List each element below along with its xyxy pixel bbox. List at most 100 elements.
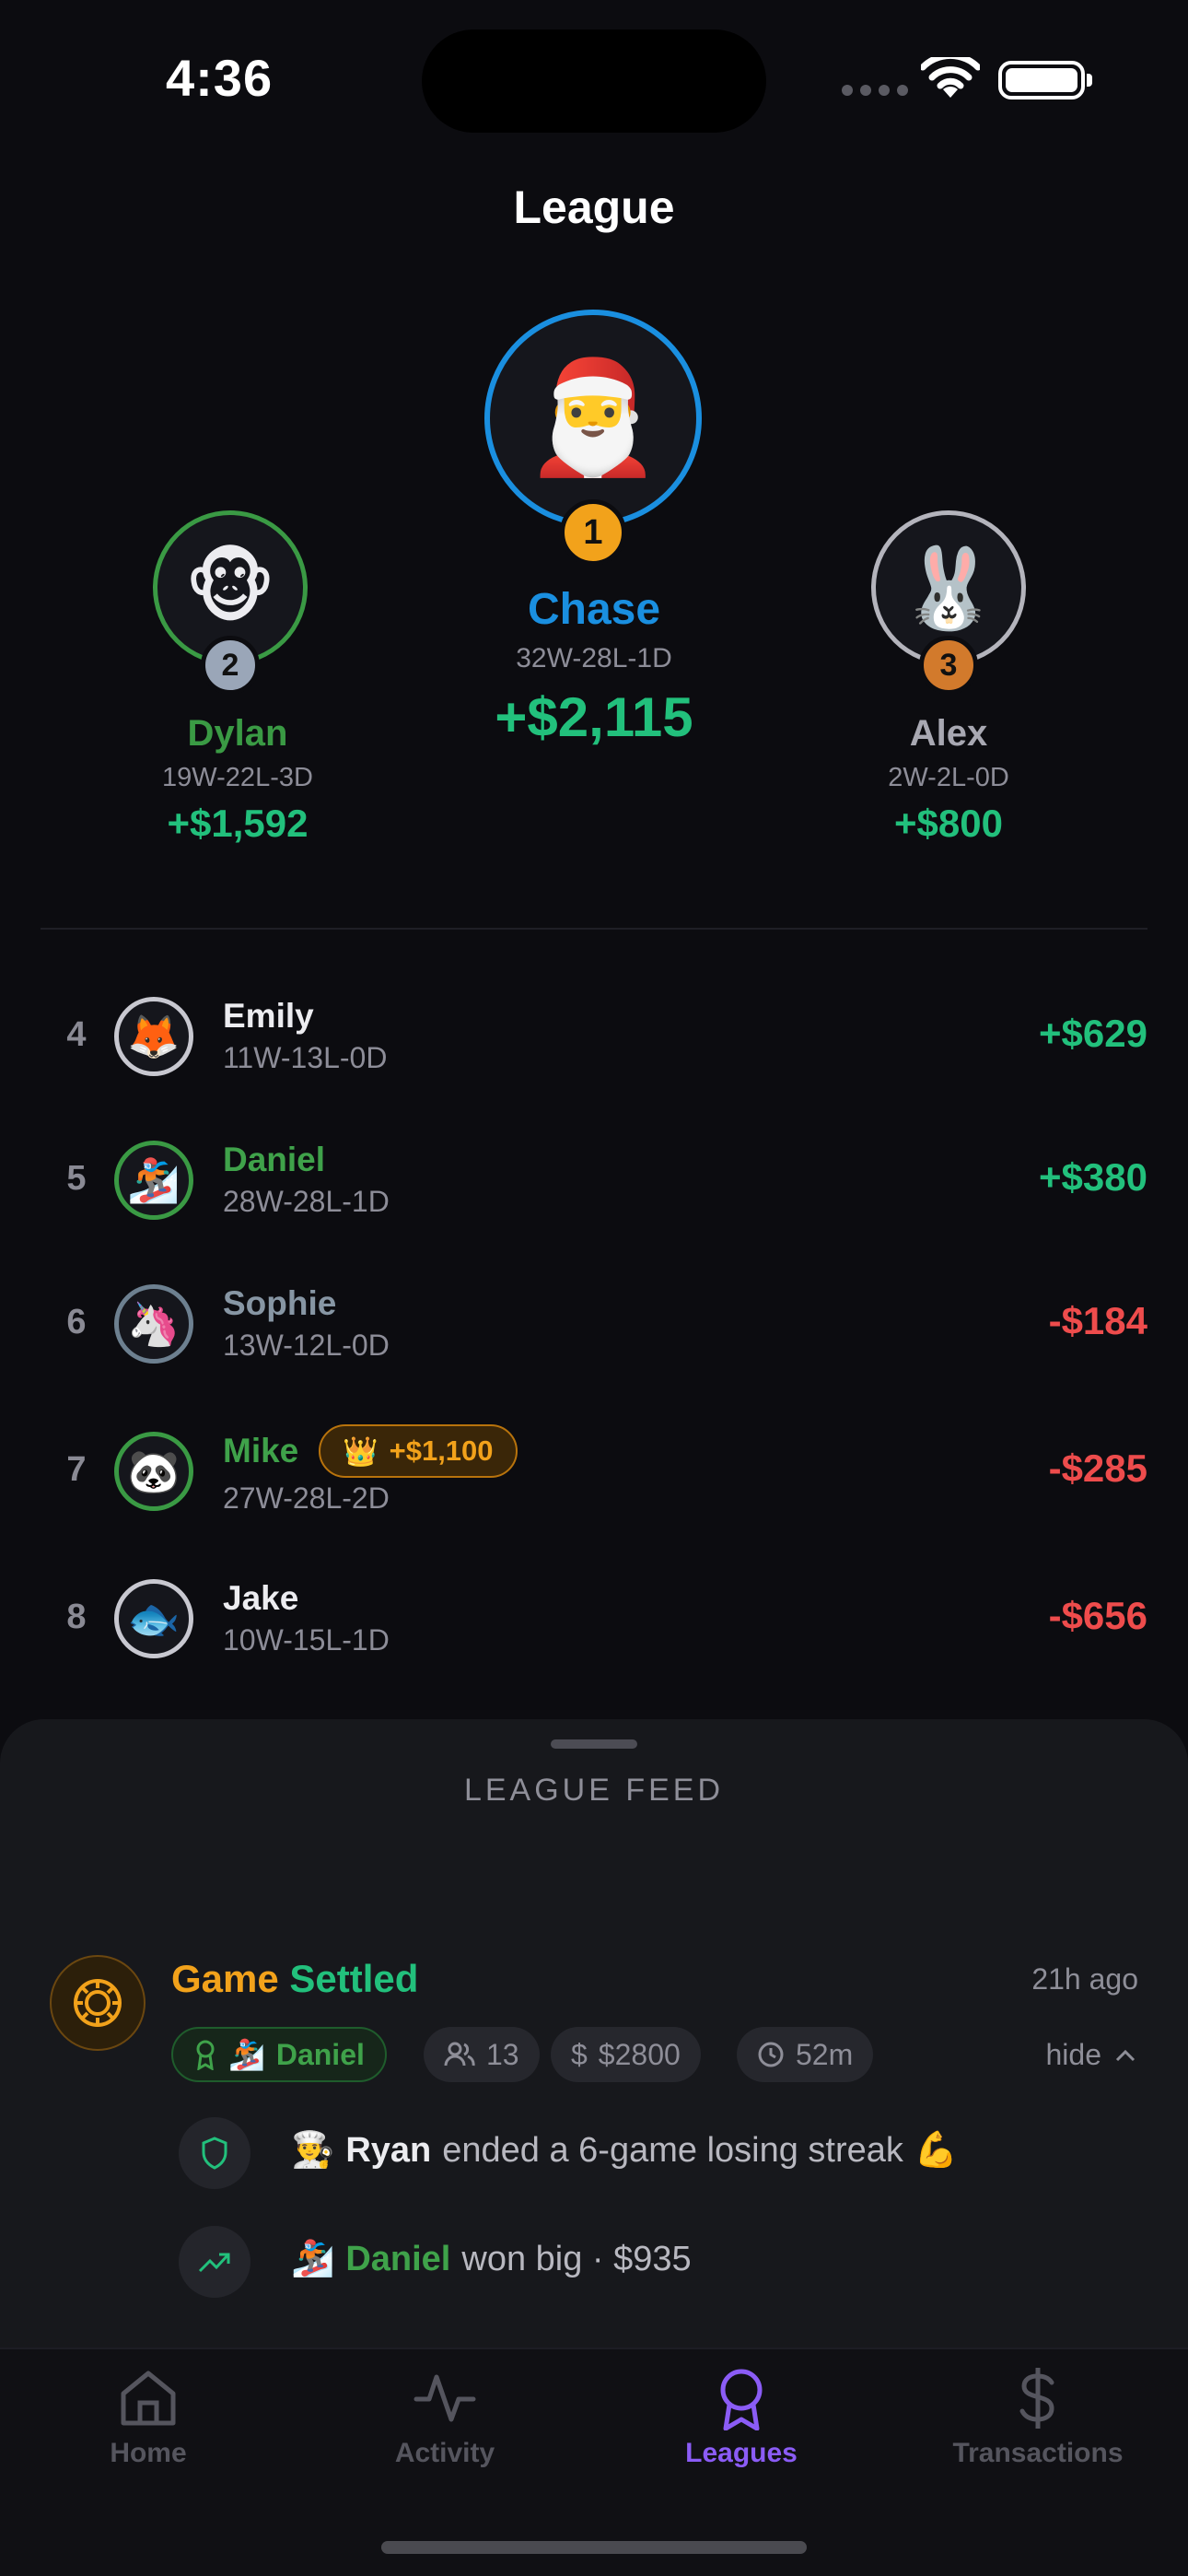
player-record: 11W-13L-0D	[223, 1041, 388, 1074]
wifi-icon	[921, 57, 980, 98]
standings-row[interactable]: 5 🏂 Daniel 28W-28L-1D +$380	[0, 1113, 1188, 1242]
tab-transactions[interactable]: Transactions	[890, 2366, 1186, 2469]
podium-second-record: 19W-22L-3D	[162, 763, 313, 792]
cellular-signal-icon	[842, 85, 908, 96]
player-avatar: 🐼	[114, 1432, 193, 1511]
bounty-amount: +$1,100	[389, 1434, 494, 1467]
avatar-emoji: 🎅	[524, 356, 662, 479]
tab-label: Transactions	[952, 2438, 1124, 2468]
rank-number: 4	[66, 1015, 87, 1054]
player-name: Jake	[223, 1579, 299, 1617]
tab-home[interactable]: Home	[0, 2366, 297, 2469]
award-icon	[196, 2040, 215, 2070]
avatar-emoji: 🐵	[184, 544, 276, 632]
tab-activity[interactable]: Activity	[297, 2366, 593, 2469]
player-name: Mike	[223, 1432, 299, 1469]
player-avatar: 🦊	[114, 997, 193, 1076]
player-avatar: 🐟	[114, 1579, 193, 1658]
feed-item-time: 21h ago	[1031, 1962, 1138, 1996]
player-name: Daniel	[223, 1141, 326, 1178]
status-time: 4:36	[166, 49, 274, 107]
home-icon	[121, 2371, 176, 2426]
divider	[41, 928, 1147, 930]
avatar-emoji: 🐰	[899, 544, 998, 633]
player-record: 28W-28L-1D	[223, 1185, 390, 1218]
bounty-badge: 👑 +$1,100	[319, 1424, 518, 1478]
players-count: 13	[486, 2037, 519, 2071]
rank-badge-3: 3	[919, 636, 978, 695]
feed-item-heading: Game Settled	[171, 1957, 419, 2000]
player-amount: -$184	[1048, 1299, 1147, 1342]
poker-chip-icon	[50, 1955, 146, 2051]
winner-emoji: 🏂	[228, 2038, 265, 2071]
clock-icon	[758, 2042, 784, 2067]
dynamic-island	[422, 29, 766, 133]
page-title: League	[513, 181, 675, 233]
shield-icon	[179, 2117, 250, 2189]
player-avatar: 🏂	[114, 1141, 193, 1220]
tab-label: Leagues	[685, 2438, 798, 2468]
rank-badge-1: 1	[560, 499, 626, 566]
player-record: 10W-15L-1D	[223, 1623, 390, 1657]
standings-row[interactable]: 6 🦄 Sophie 13W-12L-0D -$184	[0, 1257, 1188, 1386]
feed-event: 👨‍🍳 Ryan ended a 6-game losing streak 💪	[291, 2130, 958, 2171]
podium-first-amount: +$2,115	[495, 686, 693, 748]
player-name: Sophie	[223, 1284, 337, 1322]
podium-third-record: 2W-2L-0D	[888, 763, 1009, 792]
player-amount: +$629	[1039, 1012, 1147, 1055]
rank-number: 8	[66, 1598, 87, 1636]
standings-row[interactable]: 4 🦊 Emily 11W-13L-0D +$629	[0, 969, 1188, 1098]
crown-icon: 👑	[343, 1434, 379, 1468]
pot-chip: $ $2800	[551, 2027, 701, 2082]
chevron-up-icon	[1115, 2049, 1136, 2061]
podium-first-name: Chase	[527, 585, 661, 634]
players-chip: 13	[424, 2027, 540, 2082]
rank-number: 5	[66, 1159, 87, 1198]
podium-second-name: Dylan	[187, 713, 288, 754]
podium-first-record: 32W-28L-1D	[516, 643, 672, 673]
event-player: Daniel	[345, 2239, 451, 2278]
trending-up-icon	[179, 2226, 250, 2298]
player-avatar: 🦄	[114, 1284, 193, 1364]
podium-third-amount: +$800	[894, 802, 1003, 845]
podium-third-name: Alex	[909, 713, 988, 754]
users-icon	[444, 2042, 475, 2067]
player-amount: -$656	[1048, 1594, 1147, 1637]
feed-event: 🏂 Daniel won big · $935	[291, 2239, 692, 2279]
dollar-icon: $	[571, 2037, 588, 2071]
tab-label: Activity	[394, 2438, 495, 2468]
leagues-icon	[720, 2369, 763, 2430]
podium-second-amount: +$1,592	[167, 802, 309, 845]
tab-label: Home	[110, 2438, 187, 2468]
player-amount: +$380	[1039, 1155, 1147, 1199]
event-text: won big · $935	[461, 2239, 692, 2278]
event-player: Ryan	[345, 2130, 432, 2170]
event-emoji: 👨‍🍳	[291, 2131, 335, 2170]
pot-amount: $2800	[598, 2037, 681, 2071]
battery-icon	[998, 61, 1092, 100]
player-record: 13W-12L-0D	[223, 1329, 390, 1362]
feed-title: LEAGUE FEED	[463, 1773, 725, 1808]
player-record: 27W-28L-2D	[223, 1481, 390, 1515]
podium-first-avatar[interactable]: 🎅	[484, 310, 702, 527]
rank-badge-2: 2	[201, 636, 260, 695]
flexed-biceps-icon: 💪	[914, 2131, 959, 2170]
rank-number: 7	[66, 1450, 87, 1489]
standings-row[interactable]: 7 🐼 Mike 👑 +$1,100 27W-28L-2D -$285	[0, 1404, 1188, 1533]
event-text: ended a 6-game losing streak	[442, 2130, 903, 2170]
activity-icon	[413, 2374, 476, 2422]
winner-name: Daniel	[275, 2037, 365, 2071]
event-emoji: 🏂	[291, 2240, 335, 2278]
tab-leagues[interactable]: Leagues	[593, 2366, 890, 2469]
dollar-icon	[1019, 2368, 1054, 2429]
player-name: Emily	[223, 997, 314, 1035]
player-amount: -$285	[1048, 1446, 1147, 1490]
home-indicator[interactable]	[381, 2541, 807, 2554]
duration-chip: 52m	[737, 2027, 874, 2082]
winner-chip: 🏂 Daniel	[171, 2027, 387, 2082]
rank-number: 6	[66, 1303, 87, 1341]
standings-row[interactable]: 8 🐟 Jake 10W-15L-1D -$656	[0, 1551, 1188, 1680]
sheet-grabber[interactable]	[551, 1739, 637, 1749]
hide-button[interactable]: hide	[1046, 2038, 1137, 2072]
duration-value: 52m	[796, 2037, 854, 2071]
